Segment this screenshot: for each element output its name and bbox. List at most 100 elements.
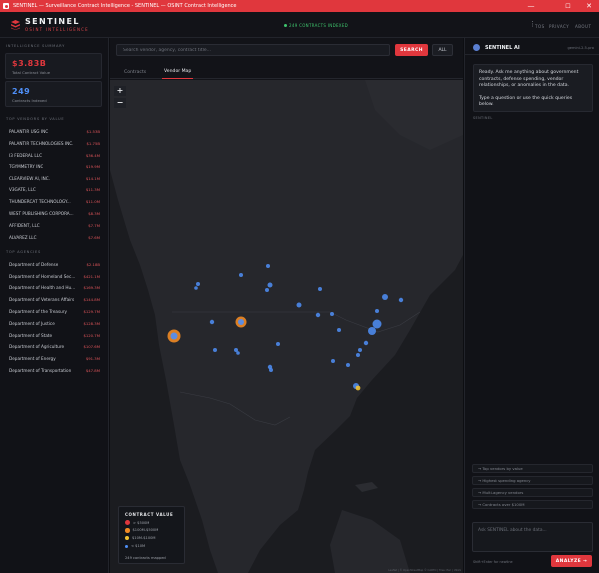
agency-row[interactable]: Department of State $120.7M xyxy=(9,330,100,340)
ai-input-hint: Shift+Enter for newline xyxy=(473,560,513,564)
legend-swatch-icon xyxy=(125,528,130,533)
map-pin xyxy=(194,286,198,290)
summary-label: INTELLIGENCE SUMMARY xyxy=(6,44,65,48)
agency-row[interactable]: Department of Defense $2.18B xyxy=(9,259,100,269)
ai-role-label: SENTINEL xyxy=(473,116,493,120)
legend-swatch-icon xyxy=(125,520,130,525)
vendor-row[interactable]: AFFIDENT, LLC $7.7M xyxy=(9,220,100,230)
vendor-amount: $11.3M xyxy=(85,186,100,192)
sidebar: INTELLIGENCE SUMMARY $3.83B Total Contra… xyxy=(0,38,109,573)
map-pin xyxy=(363,340,369,346)
vendor-map[interactable]: + − Leaflet | © OpenStreetMap © CARTO | … xyxy=(110,80,463,573)
agency-name: Department of Energy xyxy=(9,355,56,361)
vendor-name: PALANTIR USG INC xyxy=(9,128,49,134)
map-pin xyxy=(239,273,243,277)
vendor-row[interactable]: THUNDERCAT TECHNOLOGY... $11.0M xyxy=(9,196,100,206)
vendor-amount: $19.9M xyxy=(85,163,100,169)
map-pin xyxy=(372,319,382,329)
map-pin xyxy=(346,363,350,367)
agency-row[interactable]: Department of Agriculture $107.6M xyxy=(9,341,100,351)
agencies-label: TOP AGENCIES xyxy=(6,250,41,254)
ai-header: SENTINEL AI gemini-2.5-pro xyxy=(465,38,599,55)
agency-amount: $169.3M xyxy=(83,284,100,290)
minimize-button[interactable]: — xyxy=(521,0,541,12)
quick-query-button[interactable]: → Contracts over $100M xyxy=(472,500,593,509)
brand-subtitle: OSINT INTELLIGENCE xyxy=(25,27,89,32)
close-button[interactable]: ✕ xyxy=(579,0,599,12)
agency-name: Department of Defense xyxy=(9,261,59,267)
agency-row[interactable]: Department of the Treasury $129.7M xyxy=(9,306,100,316)
map-attribution[interactable]: Leaflet | © OpenStreetMap © CARTO | Tile… xyxy=(388,569,461,572)
agency-row[interactable]: Department of Health and Hu... $169.3M xyxy=(9,282,100,292)
agency-row[interactable]: Department of Transportation $47.8M xyxy=(9,365,100,375)
legend-item: > $500M xyxy=(125,520,149,525)
vendor-row[interactable]: TGYMMETRY INC $19.9M xyxy=(9,161,100,171)
legend-swatch-icon xyxy=(125,544,128,548)
agency-amount: $129.7M xyxy=(83,308,100,314)
vendor-row[interactable]: ALVAREZ LLC $7.6M xyxy=(9,232,100,242)
zoom-out-button[interactable]: − xyxy=(114,98,126,108)
vendor-name: THUNDERCAT TECHNOLOGY... xyxy=(9,198,71,204)
tab-vendor-map[interactable]: Vendor Map xyxy=(162,65,194,79)
contracts-indexed-value: 249 xyxy=(12,87,31,96)
zoom-in-button[interactable]: + xyxy=(114,86,126,96)
quick-query-button[interactable]: → Top vendors by value xyxy=(472,464,593,473)
vendor-row[interactable]: I3 FEDERAL LLC $36.4M xyxy=(9,150,100,160)
map-pin xyxy=(315,312,321,318)
legend-item: $10M-$100M xyxy=(125,536,156,540)
tos-link[interactable]: TOS xyxy=(535,24,545,29)
agency-row[interactable]: Department of Veterans Affairs $144.8M xyxy=(9,294,100,304)
agency-row[interactable]: Department of Homeland Sec... $421.1M xyxy=(9,271,100,281)
vendor-name: V3GATE, LLC xyxy=(9,186,36,192)
privacy-link[interactable]: PRIVACY xyxy=(549,24,569,29)
quick-query-button[interactable]: → Highest spending agency xyxy=(472,476,593,485)
vendor-row[interactable]: WEST PUBLISHING CORPORA... $8.3M xyxy=(9,208,100,218)
total-value-label: Total Contract Value xyxy=(12,70,51,75)
agency-row[interactable]: Department of Justice $128.3M xyxy=(9,318,100,328)
vendor-row[interactable]: CLEARVIEW AI, INC. $14.1M xyxy=(9,173,100,183)
indexed-count: 249 CONTRACTS INDEXED xyxy=(289,23,349,28)
vendor-row[interactable]: V3GATE, LLC $11.3M xyxy=(9,184,100,194)
vendor-name: TGYMMETRY INC xyxy=(9,163,44,169)
legend-label: > $500M xyxy=(133,520,150,525)
map-pin xyxy=(209,319,215,325)
agency-amount: $107.6M xyxy=(83,343,100,349)
ai-panel: SENTINEL AI gemini-2.5-pro Ready. Ask me… xyxy=(464,38,599,573)
map-pin xyxy=(358,348,362,352)
agency-name: Department of Veterans Affairs xyxy=(9,296,75,302)
map-pin xyxy=(331,359,335,363)
search-input[interactable] xyxy=(116,44,390,56)
map-pin xyxy=(269,368,273,372)
map-pin xyxy=(236,351,240,355)
agency-name: Department of Agriculture xyxy=(9,343,65,349)
vendor-row[interactable]: PALANTIR TECHNOLOGIES INC. $1.75B xyxy=(9,138,100,148)
analyze-button[interactable]: ANALYZE → xyxy=(551,555,592,567)
app-icon xyxy=(3,3,9,9)
search-button[interactable]: SEARCH xyxy=(395,44,428,56)
ai-model: gemini-2.5-pro xyxy=(567,46,594,50)
maximize-button[interactable]: ☐ xyxy=(558,0,578,12)
quick-query-button[interactable]: → Multi-agency vendors xyxy=(472,488,593,497)
vendor-amount: $7.7M xyxy=(88,222,100,228)
legend-item: < $10M xyxy=(125,544,145,548)
agency-amount: $421.1M xyxy=(83,273,100,279)
map-pin xyxy=(368,327,376,335)
agency-row[interactable]: Department of Energy $91.3M xyxy=(9,353,100,363)
vendor-name: WEST PUBLISHING CORPORA... xyxy=(9,210,74,216)
all-button[interactable]: ALL xyxy=(432,44,453,56)
ai-query-input[interactable] xyxy=(472,522,593,552)
vendor-amount: $1.75B xyxy=(86,140,100,146)
view-tabs: Contracts Vendor Map xyxy=(110,65,463,79)
about-link[interactable]: ABOUT xyxy=(575,24,591,29)
map-pin xyxy=(296,302,302,308)
map-pin xyxy=(330,312,334,316)
map-pin xyxy=(318,287,322,291)
map-pin xyxy=(337,328,341,332)
legend-title: CONTRACT VALUE xyxy=(125,512,174,517)
tab-contracts[interactable]: Contracts xyxy=(124,65,146,79)
map-basemap xyxy=(110,80,463,573)
agency-amount: $47.8M xyxy=(85,367,100,373)
vendor-row[interactable]: PALANTIR USG INC $1.53B xyxy=(9,126,100,136)
vendor-name: PALANTIR TECHNOLOGIES INC. xyxy=(9,140,74,146)
map-pin xyxy=(356,353,360,357)
